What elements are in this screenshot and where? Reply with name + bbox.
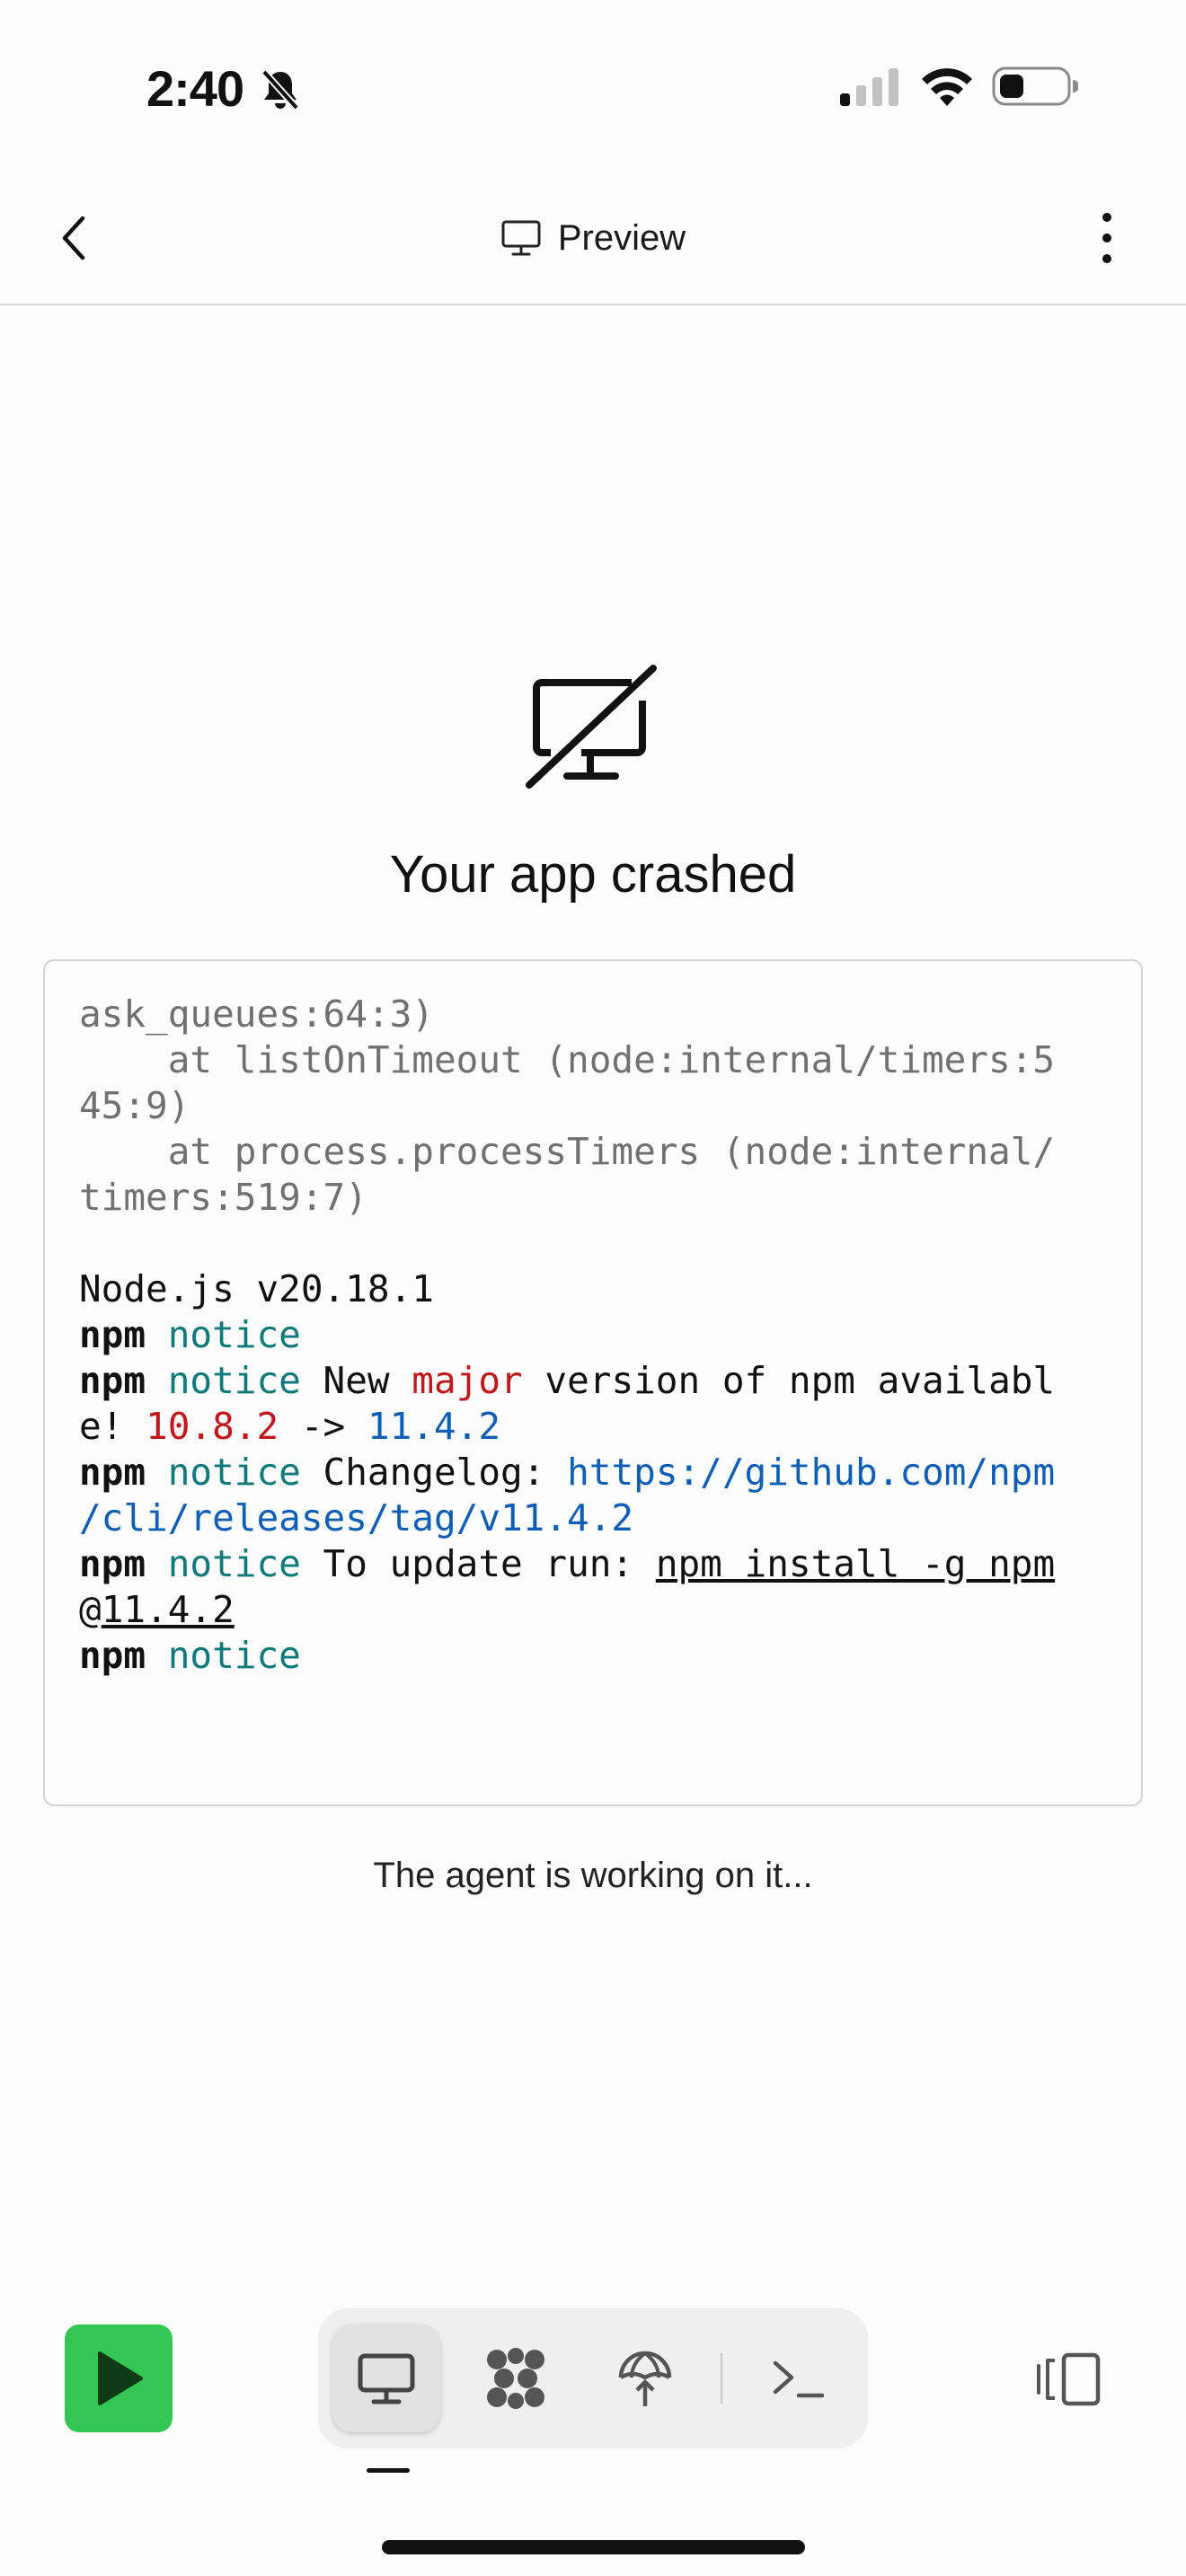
shell-terminal-icon	[773, 2360, 825, 2398]
log-line: at process.processTimers (node:internal/	[79, 1130, 1056, 1173]
log-line: ask_queues:64:3)	[79, 992, 434, 1036]
log-line: npm notice New major version of npm avai…	[79, 1359, 1056, 1402]
tool-tabs	[318, 2308, 868, 2448]
crash-log[interactable]: ask_queues:64:3) at listOnTimeout (node:…	[43, 959, 1143, 1806]
page-title-text: Preview	[557, 217, 686, 258]
panel-toggle-icon[interactable]	[1035, 2351, 1102, 2407]
log-line: timers:519:7)	[79, 1176, 367, 1219]
workflows-icon	[487, 2348, 544, 2409]
status-bar: 2:40	[0, 0, 1186, 171]
deploy-icon	[618, 2351, 672, 2406]
tab-workflows[interactable]	[462, 2325, 570, 2432]
toolbar-divider	[721, 2353, 722, 2404]
update-command: npm install -g npm	[655, 1542, 1056, 1585]
tab-deploy[interactable]	[591, 2325, 699, 2432]
changelog-link[interactable]: /cli/releases/tag/v11.4.2	[79, 1496, 633, 1539]
log-line: e! 10.8.2 -> 11.4.2	[79, 1405, 501, 1448]
status-time: 2:40	[146, 60, 244, 117]
cellular-signal-icon	[840, 68, 898, 106]
log-line: 45:9)	[79, 1084, 190, 1127]
page-title: Preview	[0, 211, 1186, 265]
log-line: npm notice To update run: npm install -g…	[79, 1542, 1056, 1585]
monitor-off-icon	[526, 665, 657, 789]
active-tab-indicator	[367, 2468, 410, 2473]
more-vertical-icon[interactable]	[1089, 207, 1125, 269]
run-button[interactable]	[65, 2325, 173, 2432]
update-command: 11.4.2	[101, 1588, 235, 1631]
log-line: npm notice Changelog: https://github.com…	[79, 1451, 1056, 1494]
log-line: at listOnTimeout (node:internal/timers:5	[79, 1038, 1056, 1081]
home-indicator	[382, 2540, 805, 2554]
battery-icon	[992, 66, 1078, 106]
wifi-icon	[922, 68, 972, 106]
log-line: @11.4.2	[79, 1588, 235, 1631]
bell-slash-icon	[261, 69, 299, 110]
play-icon	[98, 2351, 143, 2405]
changelog-link[interactable]: https://github.com/npm	[567, 1451, 1055, 1494]
crash-title: Your app crashed	[389, 845, 797, 904]
log-line: npm notice	[79, 1634, 301, 1677]
agent-status: The agent is working on it...	[373, 1856, 813, 1895]
tab-shell[interactable]	[744, 2325, 852, 2432]
log-line: npm notice	[79, 1313, 301, 1356]
log-line: Node.js v20.18.1	[79, 1267, 434, 1310]
log-line: /cli/releases/tag/v11.4.2	[79, 1495, 1107, 1541]
monitor-icon	[501, 220, 541, 256]
preview-monitor-icon	[358, 2353, 415, 2404]
app-header: Preview	[0, 171, 1186, 305]
tab-preview[interactable]	[332, 2325, 440, 2432]
